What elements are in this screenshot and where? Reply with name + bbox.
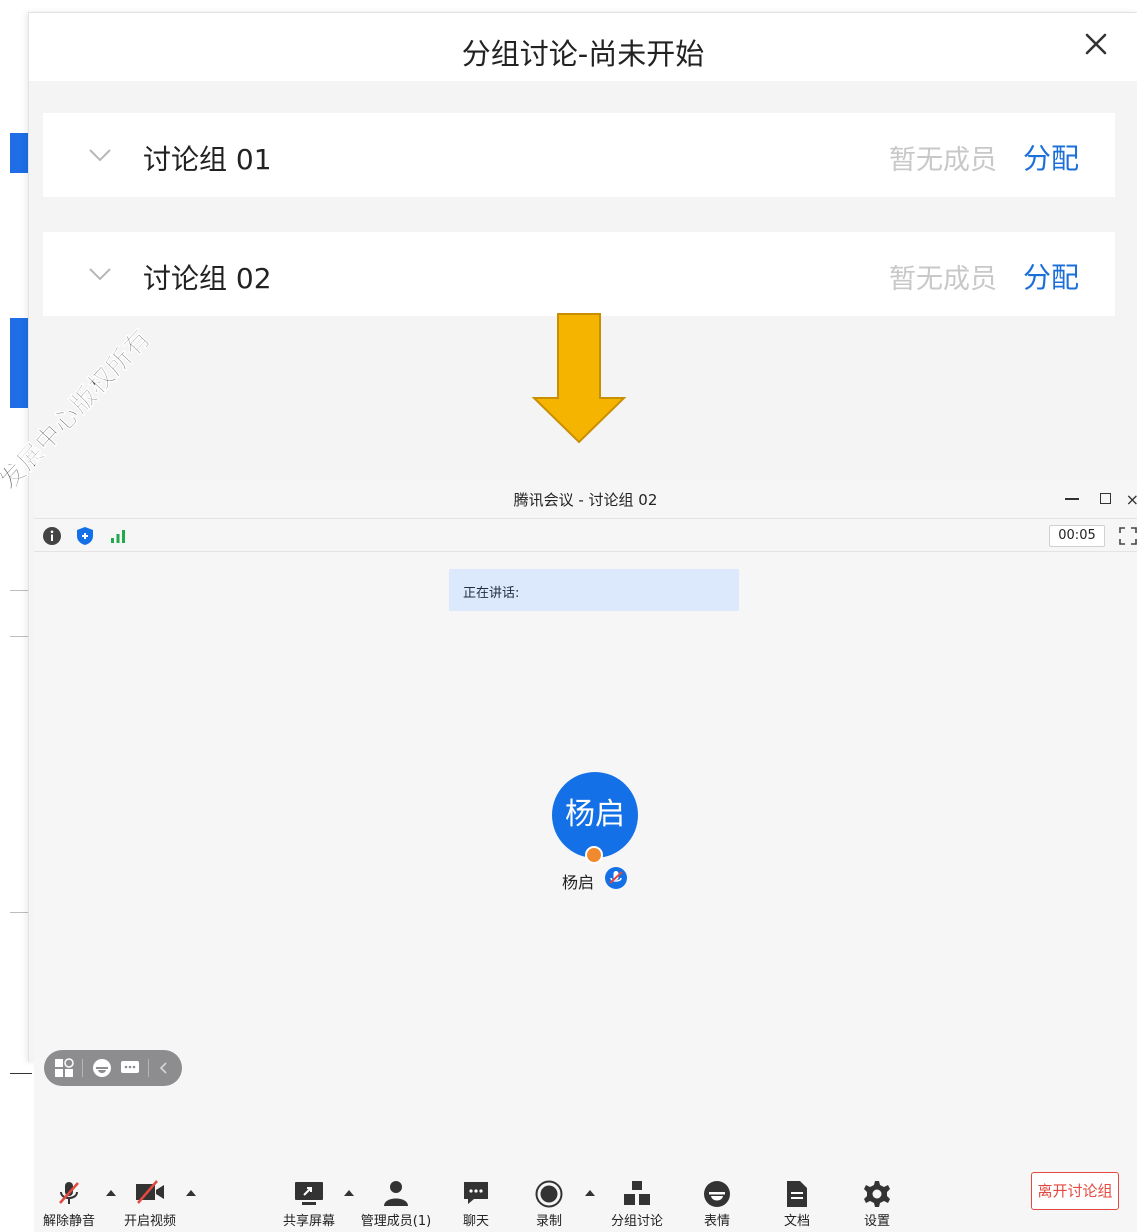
group-row-02[interactable]: 讨论组 02 暂无成员 分配 <box>43 232 1115 316</box>
gear-icon <box>864 1181 890 1207</box>
breakout-icon <box>624 1181 650 1205</box>
chat-button[interactable]: 聊天 <box>436 1170 516 1232</box>
floating-view-bar <box>44 1050 182 1086</box>
start-video-button[interactable]: 开启视频 <box>110 1170 190 1232</box>
meeting-toolbar: 解除静音 开启视频 共享屏幕 管理成员(1) 聊天 录制 分组讨论 表情 文档 … <box>34 1170 1137 1232</box>
docs-label: 文档 <box>783 1214 810 1229</box>
reactions-button[interactable]: 表情 <box>677 1170 757 1232</box>
unmute-label: 解除静音 <box>42 1214 95 1229</box>
host-icon <box>585 846 603 864</box>
video-off-icon <box>136 1180 164 1204</box>
group-row-01[interactable]: 讨论组 01 暂无成员 分配 <box>43 113 1115 197</box>
record-label: 录制 <box>535 1214 562 1229</box>
leave-breakout-button[interactable]: 离开讨论组 <box>1031 1172 1119 1210</box>
record-icon <box>535 1180 563 1208</box>
breakout-button[interactable]: 分组讨论 <box>597 1170 677 1232</box>
member-status: 暂无成员 <box>889 264 997 295</box>
settings-button[interactable]: 设置 <box>837 1170 917 1232</box>
dialog-header: 分组讨论-尚未开始 <box>29 13 1137 81</box>
group-name: 讨论组 02 <box>143 262 272 295</box>
participant-name: 杨启 <box>562 873 595 892</box>
start-video-label: 开启视频 <box>123 1214 176 1229</box>
chat-label: 聊天 <box>462 1214 489 1229</box>
emoji-icon[interactable] <box>92 1058 112 1078</box>
manage-members-button[interactable]: 管理成员(1) <box>356 1170 436 1232</box>
breakout-label: 分组讨论 <box>610 1214 663 1229</box>
chevron-down-icon[interactable] <box>87 143 113 167</box>
dialog-title: 分组讨论-尚未开始 <box>461 37 705 71</box>
shield-icon[interactable] <box>75 526 95 546</box>
window-titlebar: 腾讯会议 - 讨论组 02 × <box>34 480 1137 518</box>
minimize-icon[interactable] <box>1065 498 1079 500</box>
caret-up-icon[interactable] <box>344 1188 354 1196</box>
comment-icon[interactable] <box>120 1058 140 1078</box>
mic-off-icon <box>59 1182 79 1204</box>
mic-muted-icon <box>605 867 627 889</box>
info-icon[interactable] <box>42 526 62 546</box>
chat-icon <box>464 1182 488 1204</box>
chevron-left-icon[interactable] <box>154 1058 174 1078</box>
member-status: 暂无成员 <box>889 145 997 176</box>
separator <box>148 1059 149 1077</box>
separator <box>82 1059 83 1077</box>
background-divider <box>10 590 28 591</box>
settings-label: 设置 <box>863 1214 890 1229</box>
close-icon[interactable] <box>1081 29 1111 59</box>
share-screen-button[interactable]: 共享屏幕 <box>269 1170 349 1232</box>
assign-button[interactable]: 分配 <box>1023 137 1079 177</box>
window-close-icon[interactable]: × <box>1126 490 1137 509</box>
unmute-button[interactable]: 解除静音 <box>29 1170 109 1232</box>
background-blue-block <box>10 318 28 408</box>
background-blue-block <box>10 133 28 173</box>
layout-icon[interactable] <box>54 1058 74 1078</box>
divider <box>10 1073 32 1074</box>
meeting-timer: 00:05 <box>1049 525 1105 547</box>
group-name: 讨论组 01 <box>143 143 272 176</box>
window-title: 腾讯会议 - 讨论组 02 <box>513 491 658 509</box>
caret-up-icon[interactable] <box>585 1188 595 1196</box>
emoji-icon <box>704 1181 730 1207</box>
assign-button[interactable]: 分配 <box>1023 256 1079 296</box>
caret-up-icon[interactable] <box>186 1188 196 1196</box>
speaking-indicator: 正在讲话: <box>449 569 739 611</box>
reactions-label: 表情 <box>703 1214 730 1229</box>
meeting-info-bar: 00:05 <box>34 518 1137 552</box>
down-arrow-icon <box>531 313 627 444</box>
maximize-icon[interactable] <box>1100 493 1111 504</box>
background-app <box>0 0 30 1232</box>
share-screen-label: 共享屏幕 <box>282 1214 335 1229</box>
fullscreen-icon[interactable] <box>1119 527 1137 545</box>
manage-members-label: 管理成员(1) <box>360 1214 432 1229</box>
members-icon <box>384 1181 408 1206</box>
background-divider <box>10 912 28 913</box>
document-icon <box>787 1181 807 1207</box>
meeting-window: 腾讯会议 - 讨论组 02 × 00:05 正在讲话: 杨启 杨启 解除静音 开… <box>10 480 1137 1232</box>
chevron-down-icon[interactable] <box>87 262 113 286</box>
record-button[interactable]: 录制 <box>509 1170 589 1232</box>
background-divider <box>10 636 28 637</box>
docs-button[interactable]: 文档 <box>757 1170 837 1232</box>
signal-icon[interactable] <box>108 526 128 546</box>
share-screen-icon <box>295 1182 323 1205</box>
